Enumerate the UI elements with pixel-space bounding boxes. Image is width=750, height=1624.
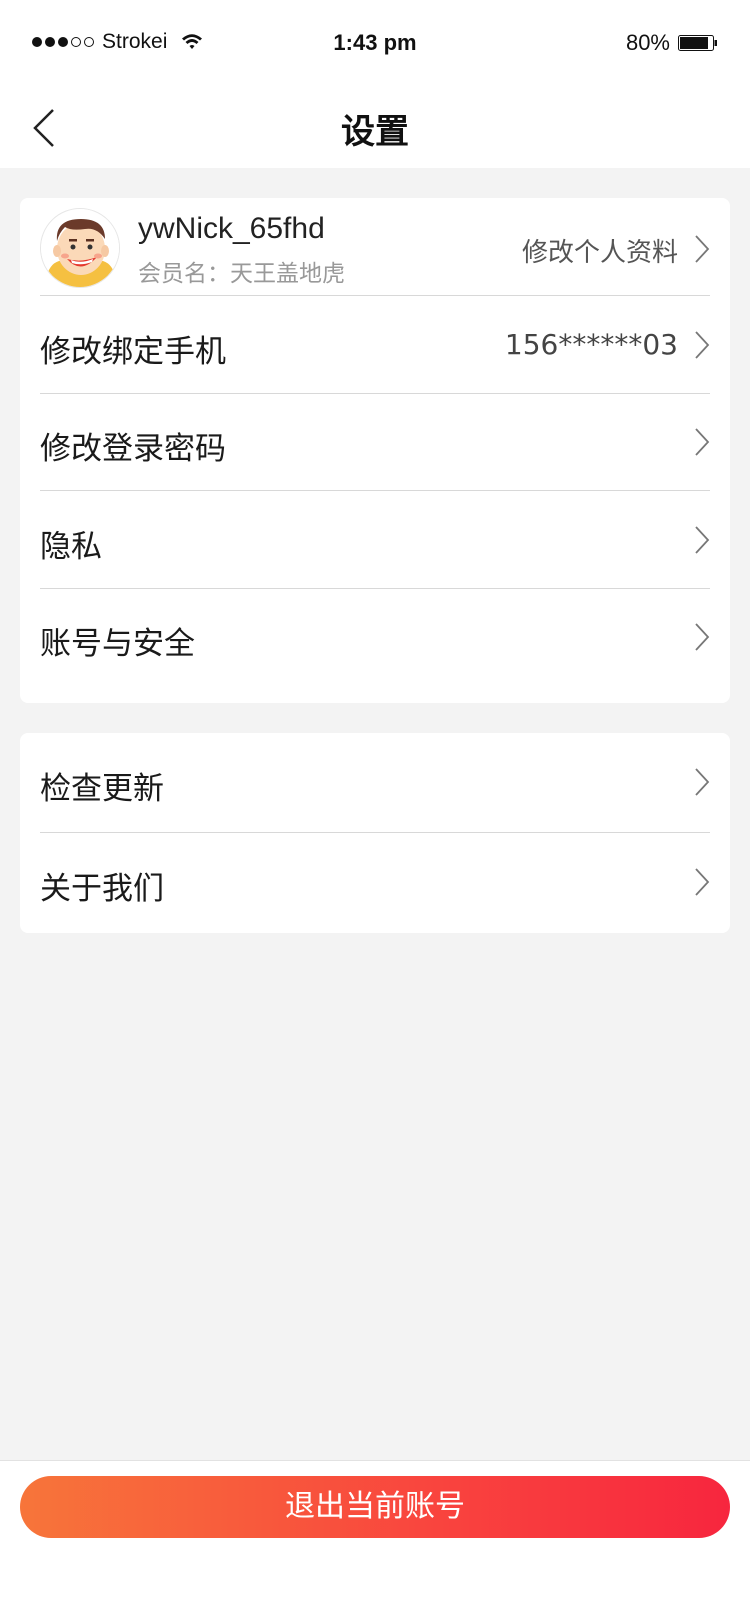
member-name: 会员名：天王盖地虎 [138, 261, 345, 287]
item-label: 账号与安全 [40, 626, 195, 662]
profile-row[interactable]: ywNick_65fhd 会员名：天王盖地虎 修改个人资料 [40, 198, 730, 298]
item-label: 隐私 [40, 529, 102, 565]
list-item-account-security[interactable]: 账号与安全 [40, 588, 730, 688]
list-item-about-us[interactable]: 关于我们 [40, 833, 730, 933]
battery-percent: 80% [625, 30, 670, 55]
edit-profile-link[interactable]: 修改个人资料 [522, 232, 678, 269]
item-label: 修改登录密码 [40, 431, 226, 467]
list-item-bind-phone[interactable]: 修改绑定手机 156******03 [40, 296, 730, 396]
logout-button[interactable]: 退出当前账号 [20, 1476, 730, 1538]
item-label: 检查更新 [40, 771, 164, 807]
avatar [40, 208, 120, 288]
status-right: 80% [626, 30, 718, 56]
chevron-right-icon [695, 868, 710, 896]
nickname: ywNick_65fhd [138, 212, 325, 245]
chevron-right-icon [695, 235, 710, 263]
chevron-right-icon [695, 428, 710, 456]
chevron-right-icon [695, 526, 710, 554]
page-title: 设置 [341, 112, 409, 152]
item-value: 156******03 [504, 328, 678, 361]
item-label: 修改绑定手机 [40, 334, 226, 370]
app-settings-card: 检查更新 关于我们 [20, 733, 730, 933]
chevron-right-icon [695, 623, 710, 651]
navigation-bar: 设置 [0, 88, 750, 168]
account-settings-card: ywNick_65fhd 会员名：天王盖地虎 修改个人资料 修改绑定手机 156… [20, 198, 730, 703]
list-item-change-password[interactable]: 修改登录密码 [40, 393, 730, 493]
chevron-right-icon [695, 331, 710, 359]
avatar-cartoon-icon [41, 209, 119, 287]
battery-icon [678, 35, 717, 51]
bottom-bar: 退出当前账号 [0, 1460, 750, 1624]
list-item-check-update[interactable]: 检查更新 [40, 733, 730, 833]
chevron-right-icon [695, 768, 710, 796]
status-bar: Strokei 1:43 pm 80% [0, 0, 750, 88]
list-item-privacy[interactable]: 隐私 [40, 491, 730, 591]
item-label: 关于我们 [40, 871, 164, 907]
